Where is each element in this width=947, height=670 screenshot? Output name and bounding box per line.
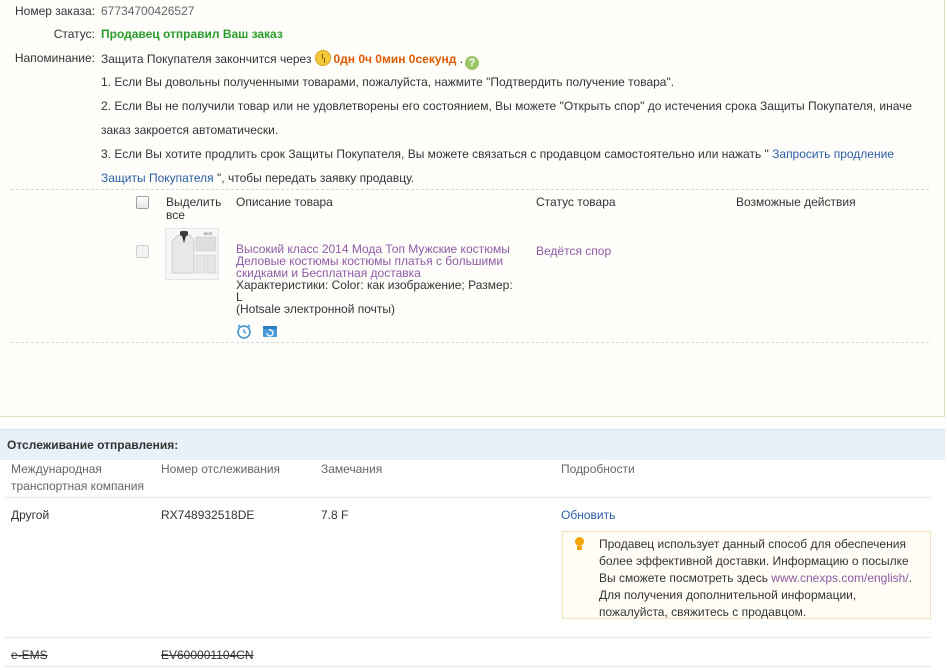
request-extension-link[interactable]: Запросить продление (772, 147, 894, 161)
cnexps-link[interactable]: www.cnexps.com/english/ (771, 571, 908, 585)
tracking-number-old: EV600001104CN (161, 648, 254, 662)
carrier-value-old: e-EMS (11, 648, 48, 662)
product-description: Высокий класс 2014 Мода Топ Мужские кост… (236, 243, 526, 315)
order-status-value: Продавец отправил Ваш заказ (101, 27, 283, 41)
order-status-label: Статус: (53, 27, 95, 41)
tracking-number-value: RX748932518DE (161, 508, 255, 522)
note-1: 1. Если Вы довольны полученными товарами… (101, 75, 675, 89)
info-line-2: более эффективной доставки. Информацию о… (599, 554, 909, 568)
info-line-4: Для получения дополнительной информации, (599, 588, 857, 602)
note-3-line-1: 3. Если Вы хотите продлить срок Защиты П… (101, 146, 894, 162)
note-3-end: ", чтобы передать заявку продавцу. (213, 171, 415, 185)
refresh-link[interactable]: Обновить (561, 507, 615, 523)
select-all-checkbox[interactable] (136, 196, 149, 209)
remarks-value: 7.8 F (321, 508, 349, 522)
col-details: Подробности (561, 462, 635, 476)
info-line-3-end: . (908, 571, 913, 585)
col-select-line-2: все (166, 208, 185, 222)
col-remarks: Замечания (321, 462, 383, 476)
product-thumbnail[interactable]: BOS (165, 228, 219, 280)
countdown-suffix: . (459, 52, 464, 66)
suit-image: BOS (166, 229, 218, 279)
product-actions-icons (236, 323, 278, 339)
clock-icon (315, 50, 332, 66)
col-carrier: Международная транспортная компания (11, 461, 144, 495)
refresh-box-icon[interactable] (262, 323, 278, 339)
col-description: Описание товара (236, 195, 333, 209)
divider (11, 189, 929, 190)
table-divider (5, 497, 930, 498)
order-number-value: 67734700426527 (101, 4, 195, 18)
alarm-clock-icon[interactable] (236, 323, 252, 339)
info-line-3: Вы сможете посмотреть здесь www.cnexps.c… (599, 570, 919, 587)
info-text: Продавец использует данный способ для об… (599, 536, 919, 621)
table-divider (5, 666, 930, 667)
col-carrier-line-2: транспортная компания (11, 479, 144, 493)
col-select-all: Выделить все (166, 196, 226, 222)
request-extension-link-cont[interactable]: Защиты Покупателя (101, 171, 214, 185)
reminder-label: Напоминание: (14, 51, 95, 65)
product-checkbox[interactable] (136, 245, 149, 258)
help-icon[interactable]: ? (465, 56, 480, 70)
table-divider (5, 637, 930, 638)
col-carrier-line-1: Международная (11, 462, 102, 476)
product-specs-line-3: (Hotsale электронной почты) (236, 302, 396, 316)
tracking-header: Отслеживание отправления: (0, 429, 945, 460)
note-3-line-2: Защиты Покупателя ", чтобы передать заяв… (101, 170, 414, 186)
col-tracking-number: Номер отслеживания (161, 462, 281, 476)
product-status[interactable]: Ведётся спор (536, 243, 611, 259)
lightbulb-icon (575, 537, 584, 550)
col-actions: Возможные действия (736, 195, 856, 209)
reminder-content: Защита Покупателя закончится через 0дн 0ч… (101, 50, 480, 70)
info-box: Продавец использует данный способ для об… (562, 531, 931, 619)
countdown-timer: 0дн 0ч 0мин 0секунд (333, 52, 457, 66)
product-specs-line-1: Характеристики: Color: как изображение; … (236, 278, 513, 292)
col-status: Статус товара (536, 195, 616, 209)
thumb-brand: BOS (204, 231, 213, 236)
info-line-3-text: Вы сможете посмотреть здесь (599, 571, 772, 585)
order-details-panel: Номер заказа: 67734700426527 Статус: Про… (0, 0, 945, 417)
note-2-line-2: заказ закроется автоматически. (101, 123, 279, 137)
info-line-5: пожалуйста, свяжитесь с продавцом. (599, 605, 807, 619)
order-number-label: Номер заказа: (14, 4, 95, 18)
carrier-value: Другой (11, 508, 50, 522)
note-2-line-1: 2. Если Вы не получили товар или не удов… (101, 99, 913, 113)
tracking-title: Отслеживание отправления: (7, 438, 179, 452)
reminder-text: Защита Покупателя закончится через (101, 52, 312, 66)
info-line-1: Продавец использует данный способ для об… (599, 537, 906, 551)
note-3-text: 3. Если Вы хотите продлить срок Защиты П… (101, 147, 773, 161)
divider (11, 342, 929, 343)
